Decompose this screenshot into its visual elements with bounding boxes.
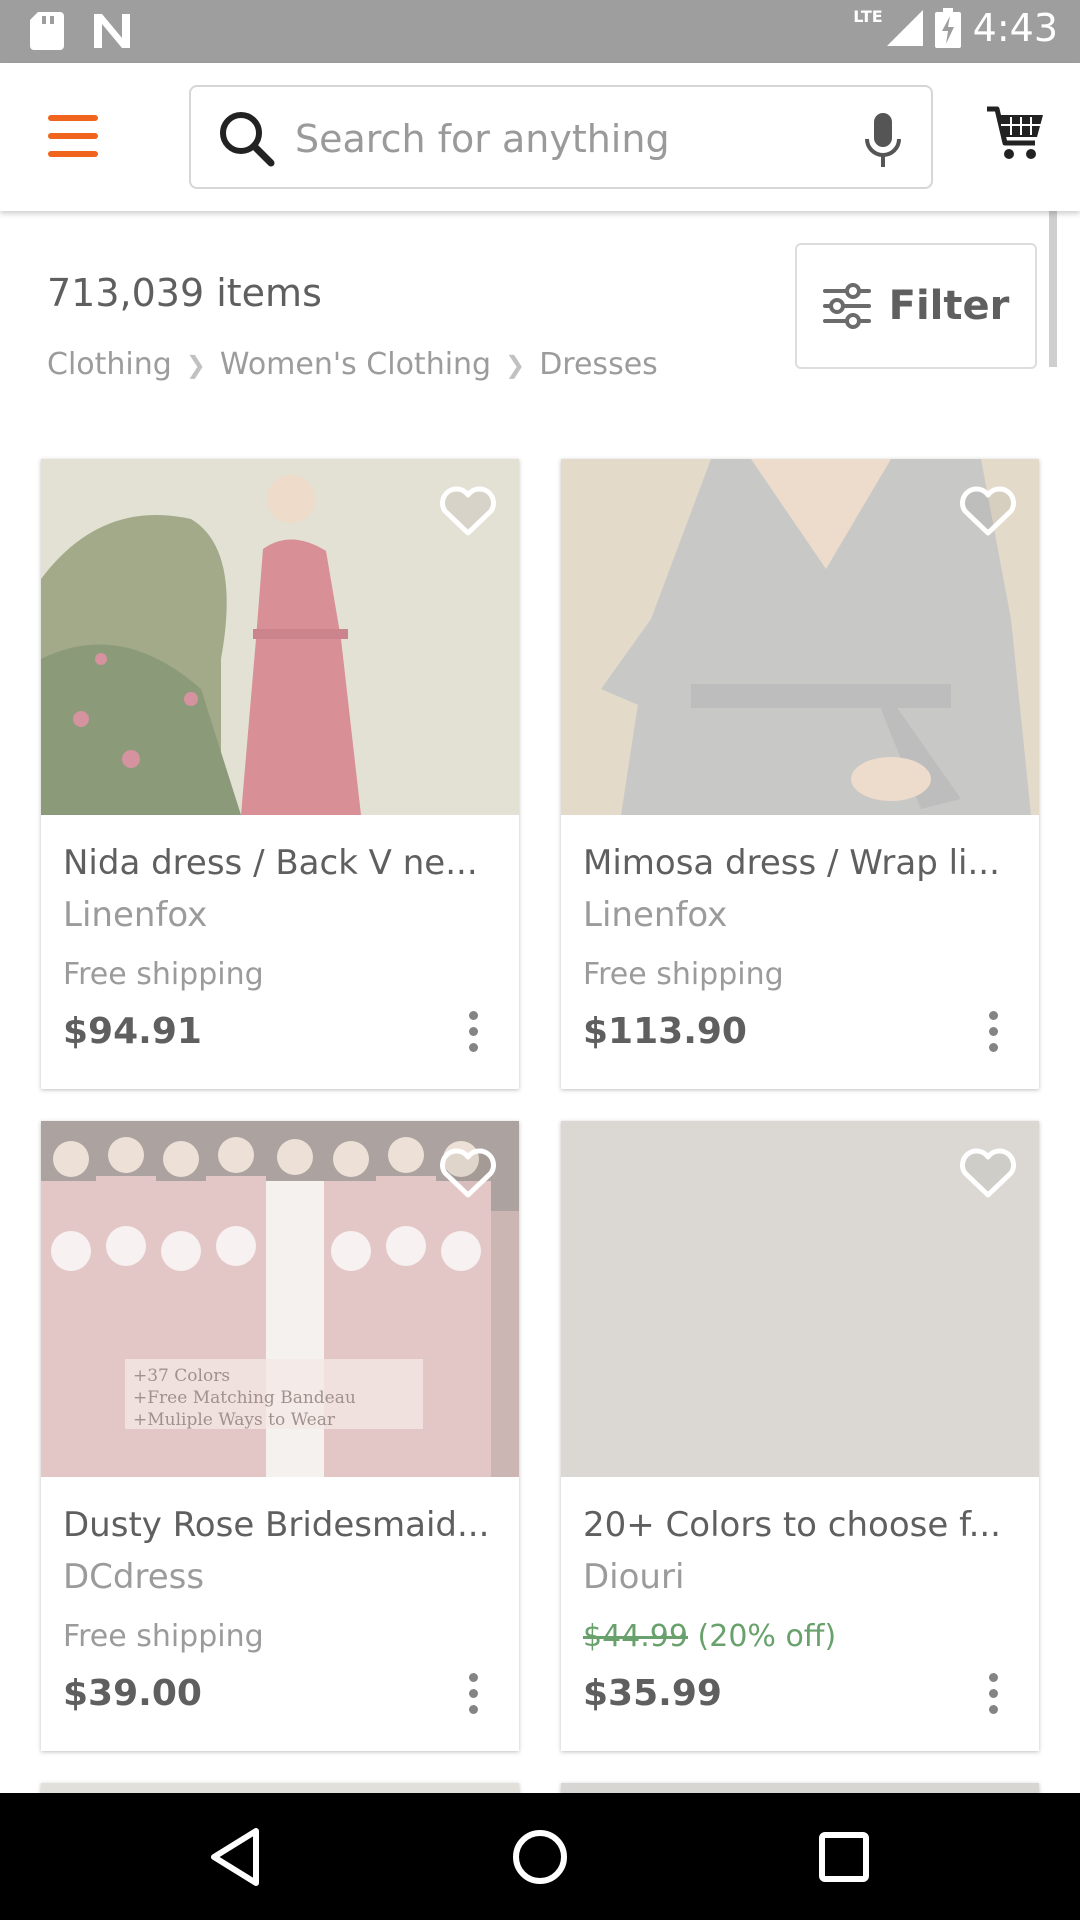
listing-shipping: Free shipping [63, 957, 264, 992]
sd-card-icon [30, 12, 64, 50]
search-input[interactable]: Search for anything [189, 85, 933, 189]
home-icon[interactable] [504, 1821, 576, 1893]
original-price: $44.99 [583, 1619, 688, 1654]
n-notification-icon [94, 14, 130, 48]
item-count: 713,039 items [47, 271, 322, 315]
listing-price: $94.91 [63, 1011, 202, 1052]
search-icon [220, 112, 275, 167]
favorite-heart-icon[interactable] [959, 1147, 1017, 1199]
listing-card[interactable]: 20+ Colors to choose f... Diouri $44.99 … [561, 1121, 1039, 1751]
filter-label: Filter [888, 283, 1010, 329]
more-options-icon[interactable] [987, 1673, 999, 1717]
listing-shop: Diouri [583, 1557, 685, 1597]
sliders-icon [822, 283, 871, 329]
more-options-icon[interactable] [467, 1673, 479, 1717]
clock: 4:43 [972, 6, 1058, 50]
listing-image[interactable] [561, 1121, 1039, 1477]
battery-charging-icon [934, 8, 961, 48]
listing-discount: $44.99 (20% off) [583, 1619, 836, 1654]
listing-shop: DCdress [63, 1557, 205, 1597]
discount-percent: (20% off) [697, 1619, 837, 1654]
listing-image[interactable] [561, 459, 1039, 815]
breadcrumb: Clothing ❯ Women's Clothing ❯ Dresses [47, 347, 658, 382]
listing-card[interactable] [41, 1783, 519, 1793]
chevron-right-icon: ❯ [185, 350, 206, 379]
microphone-icon[interactable] [863, 111, 903, 171]
more-options-icon[interactable] [987, 1011, 999, 1055]
search-placeholder: Search for anything [295, 117, 670, 161]
listing-card[interactable]: Nida dress / Back V ne... Linenfox Free … [41, 459, 519, 1089]
listing-card[interactable]: +37 Colors +Free Matching Bandeau +Mulip… [41, 1121, 519, 1751]
status-bar: LTE 4:43 [0, 0, 1080, 63]
favorite-heart-icon[interactable] [959, 485, 1017, 537]
listing-title[interactable]: Dusty Rose Bridesmaid... [63, 1505, 503, 1545]
image-caption-line-2: +Free Matching Bandeau [133, 1388, 356, 1408]
app-bar: Search for anything [0, 63, 1080, 211]
listing-image[interactable]: +37 Colors +Free Matching Bandeau +Mulip… [41, 1121, 519, 1477]
listing-shop: Linenfox [63, 895, 208, 935]
listing-card[interactable]: Mimosa dress / Wrap li... Linenfox Free … [561, 459, 1039, 1089]
image-caption-line-1: +37 Colors [133, 1366, 230, 1386]
listing-shop: Linenfox [583, 895, 728, 935]
listing-title[interactable]: Mimosa dress / Wrap li... [583, 843, 1023, 883]
recent-apps-icon[interactable] [808, 1821, 880, 1893]
favorite-heart-icon[interactable] [439, 485, 497, 537]
chevron-right-icon: ❯ [505, 350, 526, 379]
listing-title[interactable]: Nida dress / Back V ne... [63, 843, 503, 883]
breadcrumb-item-dresses[interactable]: Dresses [539, 347, 658, 382]
system-navigation-bar [0, 1793, 1080, 1920]
network-type-label: LTE [853, 6, 883, 26]
listing-price: $39.00 [63, 1673, 202, 1714]
listing-shipping: Free shipping [63, 1619, 264, 1654]
search-results: 713,039 items Clothing ❯ Women's Clothin… [0, 211, 1080, 1793]
more-options-icon[interactable] [467, 1011, 479, 1055]
listing-card[interactable] [561, 1783, 1039, 1793]
listing-price: $113.90 [583, 1011, 747, 1052]
cart-icon[interactable] [985, 103, 1045, 163]
favorite-heart-icon[interactable] [439, 1147, 497, 1199]
back-icon[interactable] [200, 1821, 272, 1893]
listing-price: $35.99 [583, 1673, 722, 1714]
listing-shipping: Free shipping [583, 957, 784, 992]
image-caption-line-3: +Muliple Ways to Wear [133, 1410, 336, 1430]
listing-title[interactable]: 20+ Colors to choose f... [583, 1505, 1023, 1545]
breadcrumb-item-clothing[interactable]: Clothing [47, 347, 172, 382]
scrollbar[interactable] [1049, 211, 1057, 367]
filter-button[interactable]: Filter [795, 243, 1037, 369]
menu-icon[interactable] [48, 115, 100, 159]
listing-image[interactable] [41, 459, 519, 815]
signal-icon [886, 10, 923, 46]
breadcrumb-item-womens-clothing[interactable]: Women's Clothing [220, 347, 491, 382]
